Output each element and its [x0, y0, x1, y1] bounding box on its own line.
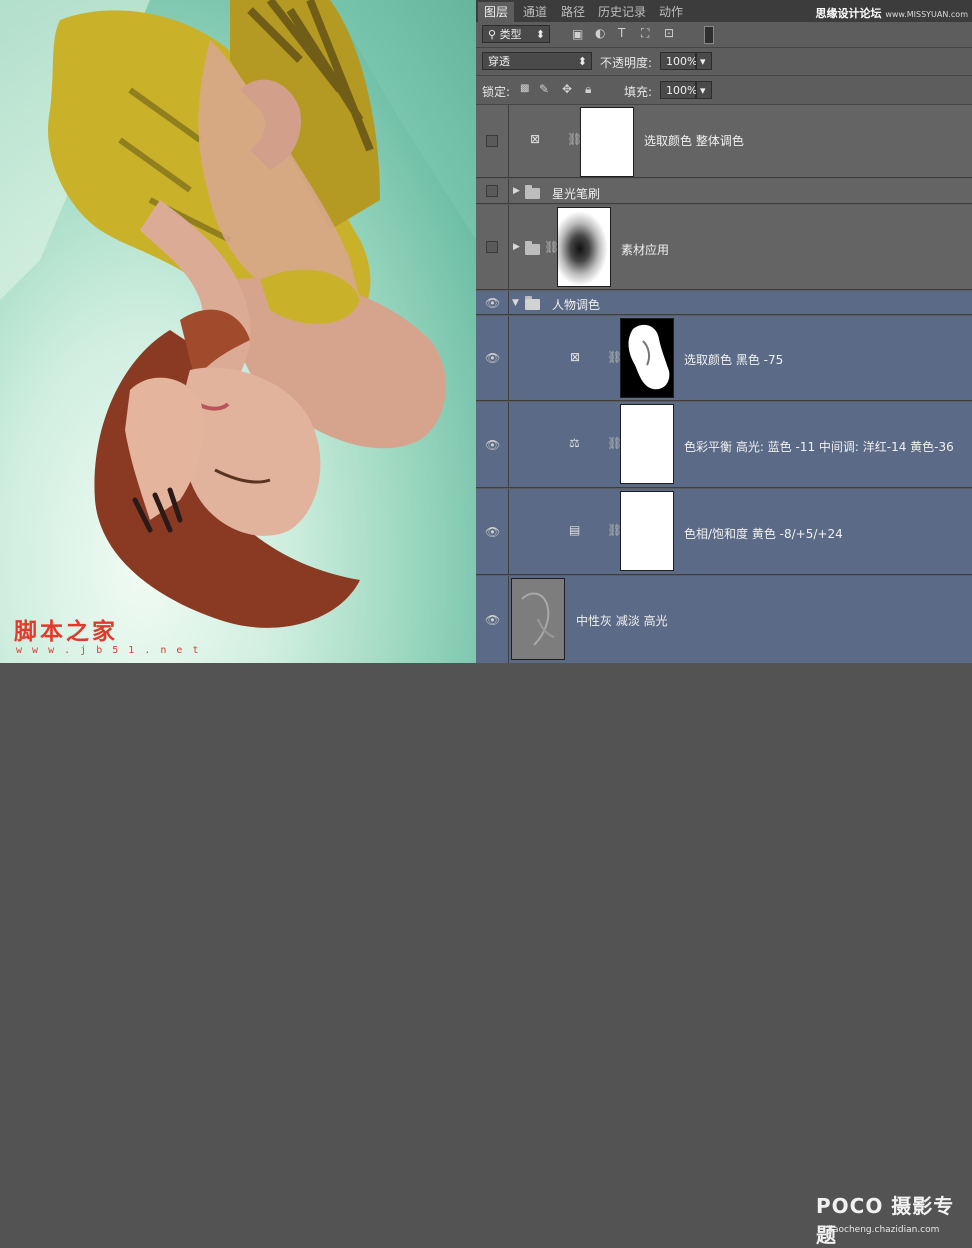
poco-watermark-url: jiaocheng.chazidian.com — [828, 1225, 940, 1235]
layer-thumbnail[interactable] — [511, 578, 565, 660]
color-balance-scale-icon: ⚖ — [569, 436, 580, 450]
layer-name[interactable]: 色相/饱和度 黄色 -8/+5/+24 — [684, 525, 843, 542]
visibility-off-box[interactable] — [486, 241, 498, 253]
layer-mask-thumbnail[interactable] — [620, 318, 674, 398]
layer-name[interactable]: 中性灰 减淡 高光 — [576, 612, 668, 629]
opacity-dropdown-button[interactable]: ▾ — [696, 52, 712, 70]
poco-watermark: POCO 摄影专题 — [816, 1194, 955, 1247]
blend-mode-row: 穿透 ⬍ 不透明度: 100% ▾ — [476, 48, 972, 76]
eye-icon[interactable]: 👁︎ — [485, 351, 500, 365]
layer-group-row[interactable]: ▶ ⛓ 素材应用 — [476, 205, 972, 290]
folder-icon — [525, 241, 540, 255]
blend-mode-select[interactable]: 穿透 ⬍ — [482, 52, 592, 70]
eye-icon[interactable]: 👁︎ — [485, 613, 500, 627]
layer-name[interactable]: 星光笔刷 — [552, 185, 600, 202]
filter-type-icon[interactable]: T — [618, 26, 625, 40]
visibility-off-box[interactable] — [486, 185, 498, 197]
fill-dropdown-button[interactable]: ▾ — [696, 81, 712, 99]
visibility-toggle[interactable]: 👁︎ — [476, 576, 509, 663]
watermark-jb51: 脚本之家 — [14, 618, 118, 645]
collapse-triangle-icon[interactable]: ▼ — [512, 298, 519, 308]
visibility-toggle[interactable] — [476, 179, 509, 203]
visibility-toggle[interactable] — [476, 205, 509, 289]
visibility-toggle[interactable]: 👁︎ — [476, 316, 509, 400]
filter-toggle-switch[interactable] — [704, 26, 714, 44]
folder-open-icon — [525, 296, 540, 310]
layer-name[interactable]: 素材应用 — [621, 241, 669, 258]
layer-group-row[interactable]: 👁︎ ▼ 人物调色 — [476, 291, 972, 315]
filter-kind-select[interactable]: ⚲ 类型 ⬍ — [482, 25, 550, 43]
layer-row[interactable]: 👁︎ ⊠ ⛓ 选取颜色 黑色 -75 — [476, 316, 972, 401]
expand-triangle-icon[interactable]: ▶ — [513, 186, 520, 196]
layer-name[interactable]: 人物调色 — [552, 296, 600, 313]
layer-row[interactable]: 👁︎ ▤ ⛓ 色相/饱和度 黄色 -8/+5/+24 — [476, 489, 972, 575]
tab-channels[interactable]: 通道 — [517, 2, 553, 22]
lock-all-padlock-icon[interactable]: 🔒︎ — [585, 82, 591, 97]
eye-icon[interactable]: 👁︎ — [485, 296, 500, 310]
selective-color-icon: ⊠ — [530, 132, 541, 146]
tab-actions[interactable]: 动作 — [653, 2, 689, 22]
hue-saturation-icon: ▤ — [569, 523, 581, 537]
layer-group-row[interactable]: ▶ 星光笔刷 — [476, 179, 972, 204]
filter-pixel-icon[interactable]: ▣ — [572, 27, 583, 41]
visibility-toggle[interactable] — [476, 105, 509, 177]
gray-layer-preview — [521, 592, 555, 646]
layer-mask-thumbnail[interactable] — [620, 491, 674, 571]
filter-kind-label: 类型 — [499, 28, 522, 41]
layer-name[interactable]: 色彩平衡 高光: 蓝色 -11 中间调: 洋红-14 黄色-36 — [684, 438, 954, 455]
layer-row[interactable]: 👁︎ 中性灰 减淡 高光 POCO 摄影专题 jiaocheng.chazidi… — [476, 576, 972, 1247]
filter-shape-icon[interactable]: ⛶ — [641, 26, 649, 41]
tab-paths[interactable]: 路径 — [555, 2, 591, 22]
layer-name[interactable]: 选取颜色 黑色 -75 — [684, 351, 783, 368]
fill-input[interactable]: 100% — [660, 81, 697, 99]
site-watermark-url: www.MISSYUAN.com — [885, 10, 968, 19]
selective-color-icon: ⊠ — [570, 350, 581, 364]
layer-mask-thumbnail[interactable] — [580, 107, 634, 177]
layer-filter-row: ⚲ 类型 ⬍ ▣ ◐ T ⛶ ⊡ — [476, 22, 972, 48]
blend-mode-value: 穿透 — [488, 55, 510, 68]
tab-history[interactable]: 历史记录 — [592, 2, 652, 22]
chevron-down-icon: ▾ — [700, 84, 706, 97]
lock-position-move-icon[interactable]: ✥ — [562, 82, 572, 96]
visibility-toggle[interactable]: 👁︎ — [476, 489, 509, 574]
layer-row[interactable]: 👁︎ ⚖ ⛓ 色彩平衡 高光: 蓝色 -11 中间调: 洋红-14 黄色-36 — [476, 402, 972, 488]
layer-row[interactable]: ⊠ ⛓ 选取颜色 整体调色 — [476, 105, 972, 178]
opacity-label: 不透明度: — [600, 56, 653, 70]
eye-icon[interactable]: 👁︎ — [485, 438, 500, 452]
lock-transparency-icon[interactable]: ▩ — [520, 83, 529, 94]
visibility-off-box[interactable] — [486, 135, 498, 147]
watermark-jb51-url: w w w . j b 5 1 . n e t — [16, 645, 201, 656]
lock-pixels-brush-icon[interactable]: ✎ — [539, 82, 549, 96]
photo-illustration — [0, 0, 476, 628]
visibility-toggle[interactable]: 👁︎ — [476, 291, 509, 314]
visibility-toggle[interactable]: 👁︎ — [476, 402, 509, 487]
mask-silhouette — [628, 324, 670, 390]
filter-smart-object-icon[interactable]: ⊡ — [664, 26, 674, 40]
lock-row: 锁定: ▩ ✎ ✥ 🔒︎ 填充: 100% ▾ — [476, 76, 972, 105]
search-icon: ⚲ — [488, 28, 497, 41]
folder-icon — [525, 185, 540, 199]
panel-tab-bar: 图层 通道 路径 历史记录 动作 思缘设计论坛 www.MISSYUAN.com — [476, 0, 972, 23]
canvas-photo: 脚本之家 w w w . j b 5 1 . n e t — [0, 0, 476, 663]
filter-adjustment-icon[interactable]: ◐ — [595, 26, 605, 40]
layers-panel: 图层 通道 路径 历史记录 动作 思缘设计论坛 www.MISSYUAN.com… — [476, 0, 972, 1247]
chevron-updown-icon: ⬍ — [535, 28, 545, 41]
fill-label: 填充: — [624, 85, 653, 99]
tab-layers[interactable]: 图层 — [478, 2, 515, 22]
chevron-updown-icon: ⬍ — [577, 55, 587, 68]
expand-triangle-icon[interactable]: ▶ — [513, 242, 520, 252]
lock-label: 锁定: — [482, 85, 511, 99]
layer-mask-thumbnail[interactable] — [557, 207, 611, 287]
eye-icon[interactable]: 👁︎ — [485, 525, 500, 539]
site-watermark: 思缘设计论坛 www.MISSYUAN.com — [815, 5, 968, 21]
layer-mask-thumbnail[interactable] — [620, 404, 674, 484]
opacity-input[interactable]: 100% — [660, 52, 697, 70]
chevron-down-icon: ▾ — [700, 55, 706, 68]
site-watermark-main: 思缘设计论坛 — [815, 7, 882, 20]
layer-name[interactable]: 选取颜色 整体调色 — [644, 132, 744, 149]
